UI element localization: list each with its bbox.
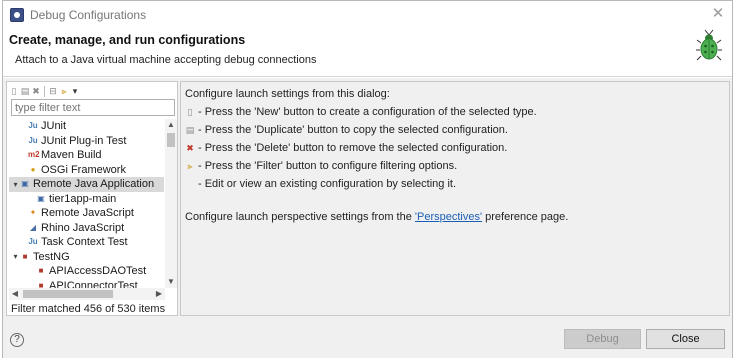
info-line-filter: ⫸ - Press the 'Filter' button to configu… <box>185 160 457 172</box>
remote-js-icon: ✦ <box>29 208 37 218</box>
tree-item[interactable]: Ju JUnit <box>9 119 164 134</box>
filter-input[interactable] <box>11 99 175 116</box>
tree-item-label: tier1app-main <box>49 192 117 205</box>
maven-icon: m2 <box>28 150 40 160</box>
new-config-icon: ▯ <box>187 106 193 117</box>
filter-icon[interactable]: ⫸ <box>59 85 69 97</box>
view-menu-icon[interactable]: ▾ <box>70 85 80 97</box>
tree-item-label: TestNG <box>33 250 70 263</box>
filter-status: Filter matched 456 of 530 items <box>11 303 166 315</box>
remote-config-icon: ▣ <box>37 193 45 203</box>
info-line-text: - Press the 'New' button to create a con… <box>198 106 537 118</box>
window-title: Debug Configurations <box>30 8 147 22</box>
perspective-line: Configure launch perspective settings fr… <box>185 211 568 223</box>
tree-item-label: Maven Build <box>41 149 102 162</box>
expand-toggle-icon[interactable]: ▾ <box>11 180 20 189</box>
tree-item[interactable]: ● OSGi Framework <box>9 163 164 178</box>
config-tree: Ju JUnit Ju JUnit Plug-in Test m2 Maven Build… <box>9 119 164 288</box>
task-context-icon: Ju <box>28 237 38 247</box>
header-title: Create, manage, and run configurations <box>9 33 246 47</box>
toolbar-separator <box>44 85 45 97</box>
info-line-text: - Edit or view an existing configuration… <box>198 178 457 190</box>
dialog-header: Create, manage, and run configurations A… <box>3 29 732 77</box>
tree-item-label: JUnit Plug-in Test <box>41 134 127 147</box>
tree-item[interactable]: m2 Maven Build <box>9 148 164 163</box>
dialog-body: ▯ ▤ ✖ ⊟ ⫸ ▾ JuJUnitJuJUnit Plug-in Testm… <box>3 78 732 318</box>
filter-icon: ⫸ <box>187 160 193 171</box>
tree-item[interactable]: ▾ ■ TestNG <box>9 250 164 265</box>
tree-item[interactable]: Ju Task Context Test <box>9 235 164 250</box>
debug-bug-icon <box>696 29 722 61</box>
tree-item[interactable]: ▣ tier1app-main <box>9 192 164 207</box>
tree-item[interactable]: Ju JUnit Plug-in Test <box>9 134 164 149</box>
info-line-text: - Press the 'Duplicate' button to copy t… <box>198 124 508 136</box>
tree-item[interactable]: ▾ ▣ Remote Java Application <box>9 177 164 192</box>
duplicate-config-icon: ▤ <box>185 124 195 135</box>
scroll-right-icon[interactable]: ▶ <box>153 288 165 300</box>
tree-item-label: APIAccessDAOTest <box>49 265 147 278</box>
new-config-icon[interactable]: ▯ <box>9 85 19 97</box>
debug-button[interactable]: Debug <box>564 329 641 349</box>
remote-java-icon: ▣ <box>21 179 29 189</box>
expand-toggle-icon[interactable]: ▾ <box>11 252 20 261</box>
dialog-footer: ? Debug Close <box>3 318 732 358</box>
info-line-new: ▯ - Press the 'New' button to create a c… <box>185 106 537 118</box>
duplicate-config-icon[interactable]: ▤ <box>20 85 30 97</box>
debug-configurations-dialog: Debug Configurations ✕ Create, manage, a… <box>2 0 733 358</box>
info-line-delete: ✖ - Press the 'Delete' button to remove … <box>185 142 507 154</box>
delete-config-icon[interactable]: ✖ <box>31 85 41 97</box>
tree-horizontal-scrollbar[interactable]: ◀ ▶ <box>9 288 165 300</box>
scroll-down-icon[interactable]: ▼ <box>165 276 177 288</box>
osgi-icon: ● <box>30 164 36 174</box>
info-line-text: - Press the 'Delete' button to remove th… <box>198 142 508 154</box>
tree-item-label: Task Context Test <box>41 236 128 249</box>
eclipse-app-icon <box>10 8 24 22</box>
tree-item[interactable]: ◢ Rhino JavaScript <box>9 221 164 236</box>
testng-test-icon: ■ <box>38 280 44 288</box>
config-info-panel: Configure launch settings from this dial… <box>180 81 730 316</box>
help-icon[interactable]: ? <box>10 333 24 347</box>
close-button[interactable]: Close <box>646 329 725 349</box>
rhino-icon: ◢ <box>29 222 37 232</box>
header-description: Attach to a Java virtual machine accepti… <box>15 54 317 66</box>
info-line-text: - Press the 'Filter' button to configure… <box>198 160 458 172</box>
tree-item[interactable]: ■ APIConnectorTest <box>9 279 164 288</box>
tree-item[interactable]: ■ APIAccessDAOTest <box>9 264 164 279</box>
info-line-edit: - Edit or view an existing configuration… <box>198 178 456 190</box>
config-list-panel: ▯ ▤ ✖ ⊟ ⫸ ▾ JuJUnitJuJUnit Plug-in Testm… <box>6 81 178 316</box>
tree-item-label: JUnit <box>41 120 67 133</box>
delete-config-icon: ✖ <box>186 142 194 153</box>
info-heading-text: Configure launch settings from this dial… <box>185 88 390 100</box>
horizontal-scroll-thumb[interactable] <box>23 290 113 298</box>
perspective-suffix: preference page. <box>482 211 569 223</box>
tree-item-label: Rhino JavaScript <box>41 221 125 234</box>
scroll-left-icon[interactable]: ◀ <box>9 288 21 300</box>
tree-item-label: APIConnectorTest <box>49 279 138 288</box>
close-window-icon[interactable]: ✕ <box>710 6 726 22</box>
junit-plugin-icon: Ju <box>28 135 38 145</box>
tree-item-label: Remote Java Application <box>33 178 155 191</box>
testng-icon: ■ <box>22 251 28 261</box>
title-bar: Debug Configurations ✕ <box>3 1 732 29</box>
info-heading: Configure launch settings from this dial… <box>185 88 390 100</box>
tree-vertical-scrollbar[interactable]: ▲ ▼ <box>165 119 177 288</box>
tree-item[interactable]: ✦ Remote JavaScript <box>9 206 164 221</box>
tree-item-label: OSGi Framework <box>41 163 126 176</box>
info-line-duplicate: ▤ - Press the 'Duplicate' button to copy… <box>185 124 508 136</box>
tree-item-label: Remote JavaScript <box>41 207 134 220</box>
collapse-all-icon[interactable]: ⊟ <box>48 85 58 97</box>
junit-icon: Ju <box>28 121 38 131</box>
config-toolbar: ▯ ▤ ✖ ⊟ ⫸ ▾ <box>9 84 80 98</box>
perspective-prefix: Configure launch perspective settings fr… <box>185 211 415 223</box>
vertical-scroll-thumb[interactable] <box>167 133 175 147</box>
perspectives-link[interactable]: 'Perspectives' <box>415 211 482 223</box>
scroll-up-icon[interactable]: ▲ <box>165 119 177 131</box>
testng-test-icon: ■ <box>38 266 44 276</box>
